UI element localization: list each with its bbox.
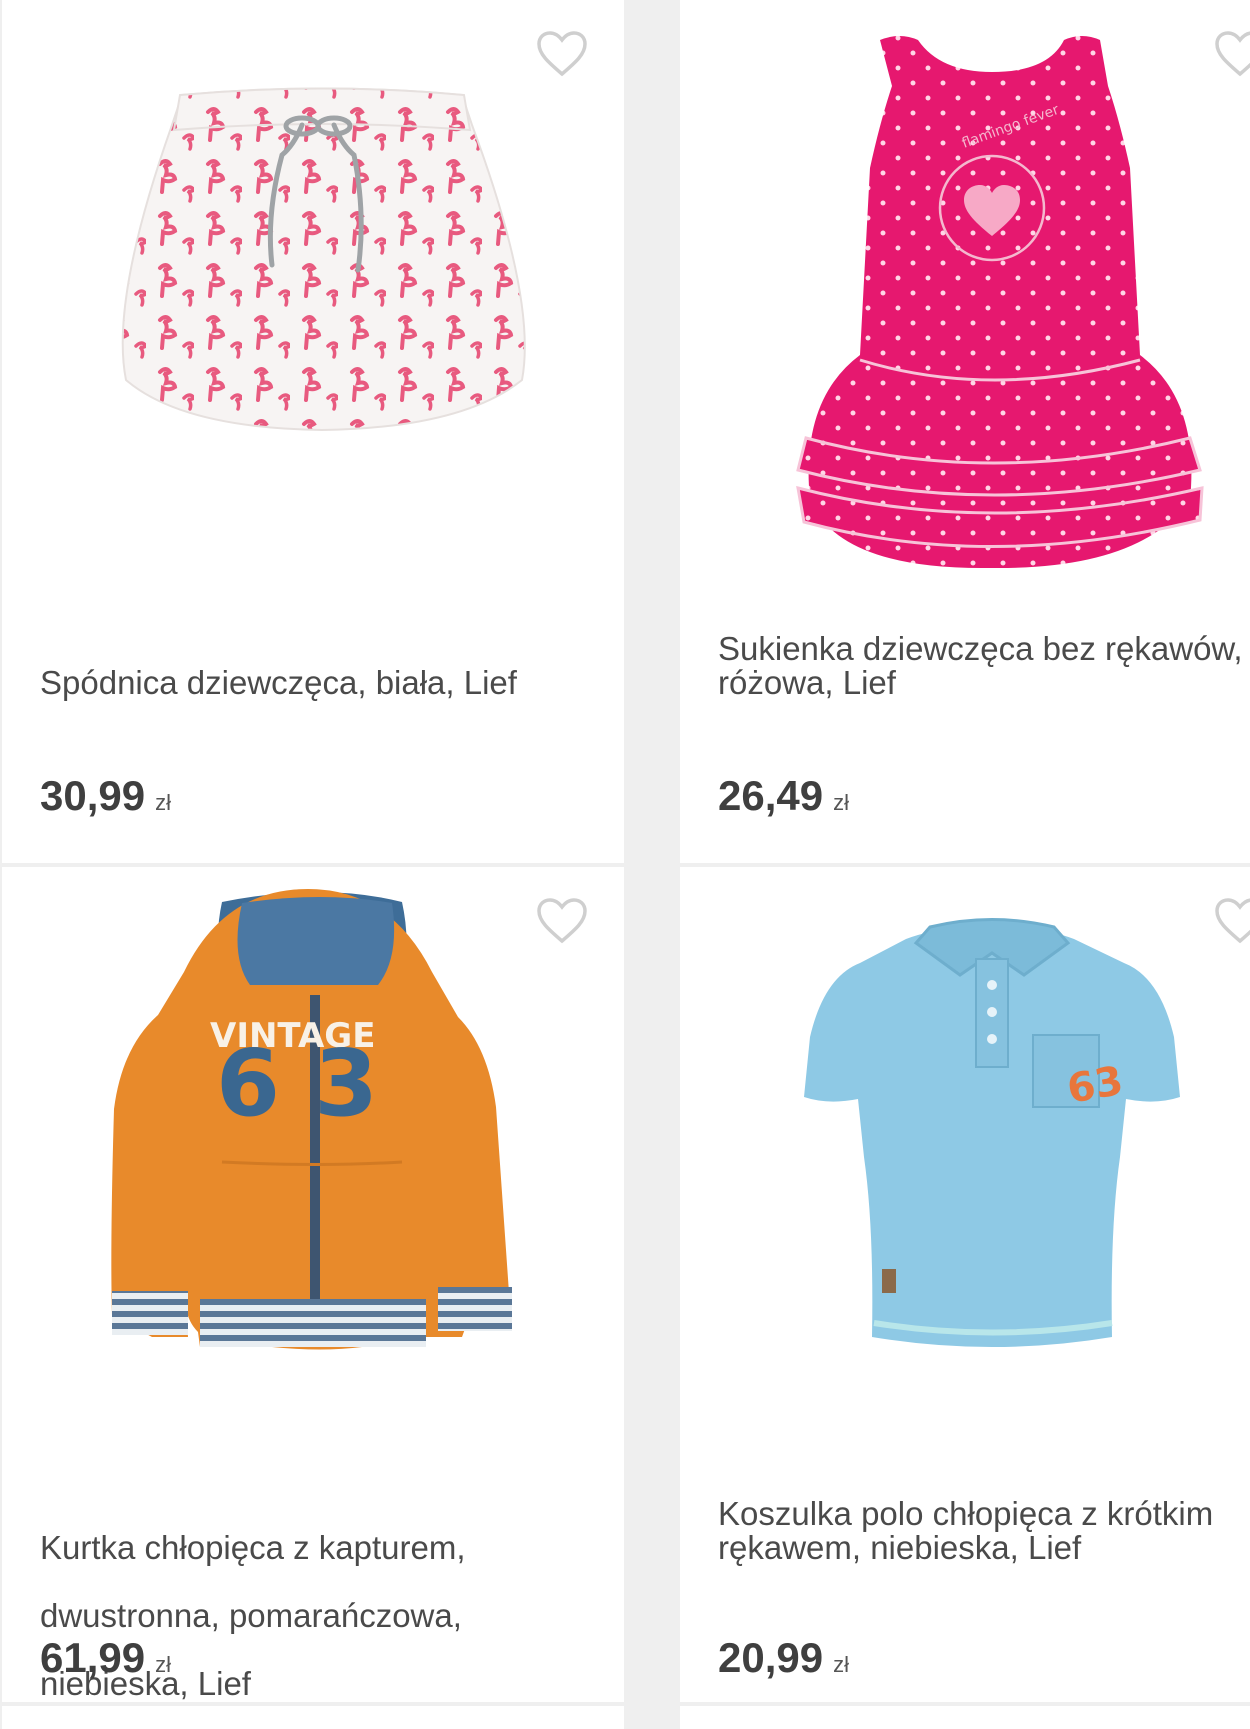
price-currency: zł xyxy=(833,790,849,815)
product-image-wrap[interactable] xyxy=(2,0,624,600)
product-card[interactable]: Spódnica dziewczęca, biała, Lief 30,99 zł xyxy=(2,0,624,863)
price-currency: zł xyxy=(155,1652,171,1677)
product-price: 20,99 zł xyxy=(718,1637,849,1686)
price-currency: zł xyxy=(833,1652,849,1677)
polo-print-number: 63 xyxy=(1064,1058,1127,1113)
product-title-line: rękawem, niebieska, Lief xyxy=(718,1529,1082,1566)
price-value: 61,99 xyxy=(40,1634,146,1681)
hoodie-print-number: 63 xyxy=(216,1030,412,1137)
product-grid: Spódnica dziewczęca, biała, Lief 30,99 zł xyxy=(0,0,1250,1729)
product-price: 26,49 zł xyxy=(718,775,849,824)
product-card[interactable]: 63 Koszulka polo chłopięca z krótkim ręk… xyxy=(680,867,1250,1702)
product-card[interactable] xyxy=(2,1706,624,1729)
product-title[interactable]: Koszulka polo chłopięca z krótkim rękawe… xyxy=(718,1497,1250,1565)
skirt-flamingo-image xyxy=(121,87,526,432)
orange-hoodie-image: VINTAGE 63 xyxy=(111,889,512,1350)
price-currency: zł xyxy=(155,790,171,815)
pink-dress-image: flamingo fever xyxy=(796,36,1204,569)
product-title-line: dwustronna, pomarańczowa, xyxy=(40,1597,462,1634)
price-value: 20,99 xyxy=(718,1634,824,1681)
product-card[interactable]: flamingo fever Sukienka dziewczęca bez r… xyxy=(680,0,1250,863)
blue-polo-image: 63 xyxy=(804,918,1180,1347)
product-card[interactable]: VINTAGE 63 Kurtka chłopięca z kapturem, … xyxy=(2,867,624,1702)
product-title-line: Koszulka polo chłopięca z krótkim xyxy=(718,1495,1214,1532)
price-value: 30,99 xyxy=(40,772,146,819)
price-value: 26,49 xyxy=(718,772,824,819)
product-image-wrap[interactable]: flamingo fever xyxy=(680,0,1250,600)
product-title[interactable]: Sukienka dziewczęca bez rękawów, różowa,… xyxy=(718,632,1250,700)
product-price: 30,99 zł xyxy=(40,775,171,824)
product-title-line: Kurtka chłopięca z kapturem, xyxy=(40,1529,466,1566)
product-title-line: Sukienka dziewczęca bez rękawów, xyxy=(718,630,1243,667)
product-card[interactable] xyxy=(680,1706,1250,1729)
product-image-wrap[interactable]: 63 xyxy=(680,867,1250,1467)
product-price: 61,99 zł xyxy=(40,1637,171,1686)
product-title[interactable]: Spódnica dziewczęca, biała, Lief xyxy=(40,632,600,734)
product-title-line: Spódnica dziewczęca, biała, Lief xyxy=(40,664,517,701)
product-title-line: różowa, Lief xyxy=(718,664,896,701)
product-image-wrap[interactable]: VINTAGE 63 xyxy=(2,867,624,1467)
